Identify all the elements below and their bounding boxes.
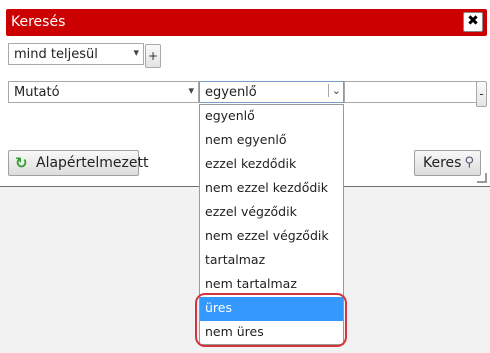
dropdown-option[interactable]: ezzel végződik <box>200 201 343 225</box>
dropdown-option[interactable]: egyenlő <box>200 105 343 129</box>
search-button[interactable]: Keres ⚲ <box>414 150 481 176</box>
field-select[interactable]: Mutató ▾ <box>8 81 199 103</box>
reset-button[interactable]: ↻ Alapértelmezett <box>8 150 149 176</box>
match-mode-select[interactable]: mind teljesül ▾ <box>8 43 144 65</box>
annotation-highlight <box>195 293 347 347</box>
match-mode-value: mind teljesül <box>14 47 98 62</box>
dropdown-option[interactable]: nem egyenlő <box>200 129 343 153</box>
chevron-down-icon: ▾ <box>133 46 139 59</box>
search-icon: ⚲ <box>464 155 474 170</box>
dialog-titlebar[interactable]: Keresés ✖ <box>6 9 487 36</box>
reset-button-label: Alapértelmezett <box>36 155 149 171</box>
add-rule-button[interactable]: + <box>145 44 161 68</box>
field-value: Mutató <box>14 85 60 100</box>
dropdown-option[interactable]: tartalmaz <box>200 249 343 273</box>
search-button-label: Keres <box>423 155 462 171</box>
dropdown-option[interactable]: nem ezzel végződik <box>200 225 343 249</box>
chevron-down-icon: ⌄ <box>327 84 341 97</box>
remove-rule-button[interactable]: - <box>476 81 487 107</box>
chevron-down-icon: ▾ <box>188 84 194 97</box>
dropdown-option[interactable]: nem ezzel kezdődik <box>200 177 343 201</box>
operator-select[interactable]: egyenlő ⌄ <box>199 81 344 103</box>
dialog-title: Keresés <box>11 14 66 30</box>
operator-value: egyenlő <box>205 85 257 100</box>
value-input[interactable] <box>344 81 477 103</box>
reset-icon: ↻ <box>15 154 28 172</box>
dropdown-option[interactable]: ezzel kezdődik <box>200 153 343 177</box>
resize-handle-icon[interactable] <box>477 173 487 183</box>
close-icon[interactable]: ✖ <box>463 12 483 32</box>
